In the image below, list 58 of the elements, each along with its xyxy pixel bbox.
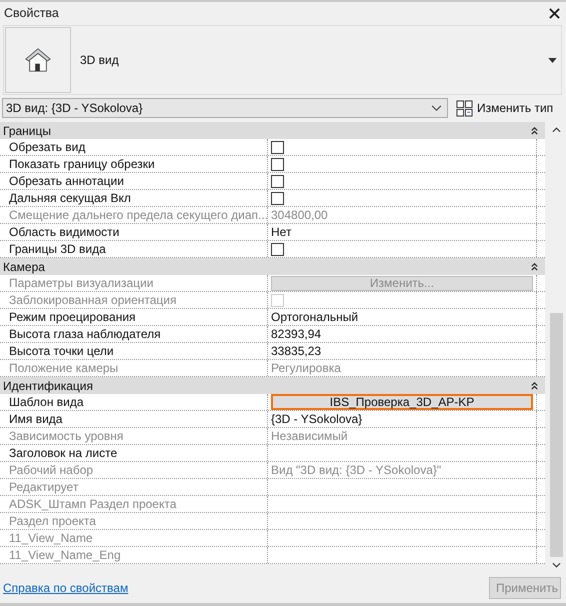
property-value: Независимый — [271, 429, 348, 443]
property-label: Обрезать аннотации — [0, 173, 268, 189]
property-label: Область видимости — [0, 224, 268, 240]
property-label: Редактирует — [0, 479, 268, 495]
property-label: Зависимость уровня — [0, 428, 268, 444]
property-label: Шаблон вида — [0, 394, 268, 410]
property-value: Ортогональный — [271, 310, 358, 324]
chevron-down-icon — [431, 104, 442, 112]
property-value: Вид "3D вид: {3D - YSokolova}" — [271, 463, 442, 477]
property-label: Заблокированная ориентация — [0, 292, 268, 308]
panel-title: Свойства — [4, 6, 59, 20]
property-label: Раздел проекта — [0, 513, 268, 529]
property-label: Высота глаза наблюдателя — [0, 326, 268, 342]
group-header[interactable]: Идентификация — [0, 377, 545, 394]
checkbox[interactable] — [271, 140, 284, 154]
property-label: Параметры визуализации — [0, 275, 268, 291]
checkbox[interactable] — [271, 158, 284, 170]
collapse-icon — [530, 381, 539, 390]
property-label: Режим проецирования — [0, 309, 268, 325]
property-label: Дальняя секущая Вкл — [0, 190, 268, 206]
property-label: 11_View_Name_Eng — [0, 547, 268, 563]
collapse-icon — [530, 262, 539, 271]
dropdown-arrow-icon — [548, 58, 557, 62]
type-selector[interactable]: 3D вид — [3, 25, 562, 95]
property-label: Границы 3D вида — [0, 241, 268, 257]
property-label: Обрезать вид — [0, 139, 268, 155]
scroll-down-icon[interactable] — [552, 562, 561, 568]
property-value: Регулировка — [271, 361, 341, 375]
property-label: Заголовок на листе — [0, 445, 268, 461]
edit-type-button[interactable]: Изменить тип — [454, 100, 556, 116]
property-value: 33835,23 — [271, 344, 322, 358]
property-label: Смещение дальнего предела секущего диап... — [0, 207, 268, 223]
group-header[interactable]: Границы — [0, 122, 545, 139]
checkbox[interactable] — [271, 192, 284, 204]
scroll-thumb[interactable] — [550, 313, 563, 557]
view-template-button[interactable]: IBS_Проверка_3D_AP-KP — [271, 394, 533, 410]
checkbox[interactable] — [271, 174, 284, 188]
property-value: 304800,00 — [271, 208, 328, 222]
property-label: Имя вида — [0, 411, 268, 427]
close-icon[interactable] — [549, 8, 560, 18]
scroll-up-icon[interactable] — [552, 127, 561, 133]
property-label: Высота точки цели — [0, 343, 268, 359]
property-label: Положение камеры — [0, 360, 268, 376]
help-link[interactable]: Справка по свойствам — [3, 581, 128, 595]
property-value: 82393,94 — [271, 327, 322, 341]
property-value: Нет — [271, 225, 292, 239]
checkbox[interactable] — [271, 242, 284, 256]
type-name: 3D вид — [80, 53, 120, 67]
house-icon — [23, 46, 53, 74]
collapse-icon — [530, 126, 539, 135]
instance-dropdown[interactable]: 3D вид: {3D - YSokolova} — [2, 98, 448, 118]
property-label: Рабочий набор — [0, 462, 268, 478]
property-label: 11_View_Name — [0, 530, 268, 546]
property-value: {3D - YSokolova} — [271, 412, 362, 426]
edit-type-icon — [456, 100, 473, 116]
property-label: Показать границу обрезки — [0, 156, 268, 172]
property-label: ADSK_Штамп Раздел проекта — [0, 496, 268, 512]
group-header[interactable]: Камера — [0, 258, 545, 275]
